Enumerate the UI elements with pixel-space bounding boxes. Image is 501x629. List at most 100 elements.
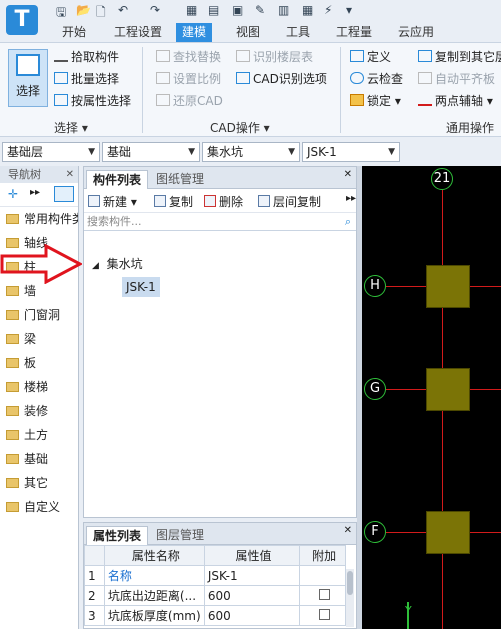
table-row[interactable]: 3 坑底板厚度(mm) 600	[84, 605, 346, 626]
sump-pit-h[interactable]	[426, 265, 470, 308]
sump-pit-g[interactable]	[426, 368, 470, 411]
close-icon[interactable]: ✕	[344, 525, 352, 536]
drawing-canvas[interactable]: 21 H G F Y	[362, 166, 501, 629]
tab-tools[interactable]: 工具	[280, 23, 316, 42]
open-folder-icon[interactable]: 📂	[76, 3, 91, 19]
tab-component-list[interactable]: 构件列表	[86, 170, 149, 189]
layout-icon[interactable]	[54, 186, 74, 202]
title-bar: T 🖫 📂 🗋 ↶ ↷ ▦ ▤ ▣ ✎ ▥ ▦ ⚡ ▾	[0, 0, 501, 35]
tab-modeling[interactable]: 建模	[176, 23, 213, 42]
tab-start[interactable]: 开始	[56, 23, 92, 42]
bolt-icon[interactable]: ⚡	[324, 3, 332, 19]
copy-between-floors-button[interactable]: 层间复制	[258, 193, 321, 210]
set-scale-button[interactable]: 设置比例	[156, 70, 221, 88]
redo-icon[interactable]: ↷	[150, 3, 160, 19]
undo-icon[interactable]: ↶	[118, 3, 128, 19]
lock-button[interactable]: 锁定 ▾	[350, 92, 401, 110]
category-select-value: 基础	[107, 145, 132, 159]
batch-select-button[interactable]: 批量选择	[54, 70, 119, 88]
folder-icon	[6, 358, 19, 368]
dropdown-icon[interactable]: ▾	[346, 3, 352, 19]
cad-group-label[interactable]: CAD操作 ▾	[210, 119, 270, 136]
new-file-icon[interactable]: 🗋	[96, 3, 106, 19]
calc-icon[interactable]: ▤	[208, 3, 219, 19]
select-button[interactable]: 选择	[8, 49, 48, 107]
tab-view[interactable]: 视图	[230, 23, 266, 42]
tab-drawing-management[interactable]: 图纸管理	[150, 170, 210, 189]
identify-floor-table-button[interactable]: 识别楼层表	[236, 48, 313, 66]
expand-icon[interactable]: ✛	[8, 187, 18, 201]
pick-component-button[interactable]: 拾取构件	[54, 48, 119, 66]
cad-icon	[236, 72, 250, 84]
nav-item-other[interactable]: 其它	[0, 471, 78, 495]
find-replace-button[interactable]: 查找替换	[156, 48, 221, 66]
tab-layer-management[interactable]: 图层管理	[150, 526, 210, 545]
auto-align-slab-button[interactable]: 自动平齐板	[418, 70, 495, 88]
property-value[interactable]: 600	[203, 585, 301, 606]
new-button[interactable]: 新建 ▾	[88, 193, 137, 210]
property-value[interactable]: JSK-1	[203, 565, 301, 586]
nav-toolbar: ✛ ▸▸	[0, 183, 78, 207]
sump-pit-f[interactable]	[426, 511, 470, 554]
tree-node-sump[interactable]: ◢ 集水坑	[92, 255, 143, 272]
table-row[interactable]: 1 名称 JSK-1	[84, 565, 346, 586]
define-icon	[350, 50, 364, 62]
category-select[interactable]: 基础 ▼	[102, 142, 200, 162]
close-icon[interactable]: ✕	[66, 166, 74, 183]
nav-item-foundation[interactable]: 基础	[0, 447, 78, 471]
select-by-property-button[interactable]: 按属性选择	[54, 92, 131, 110]
pencil-icon[interactable]: ✎	[255, 3, 265, 19]
nav-item-common[interactable]: 常用构件类型	[0, 207, 78, 231]
tab-project-settings[interactable]: 工程设置	[108, 23, 168, 42]
copy-button[interactable]: 复制	[154, 193, 193, 210]
grid2-icon[interactable]: ▦	[302, 3, 313, 19]
nav-item-door-window[interactable]: 门窗洞	[0, 303, 78, 327]
more-icon[interactable]: ▸▸	[30, 187, 40, 198]
view-icon[interactable]: ▣	[232, 3, 243, 19]
align-icon	[418, 72, 432, 84]
type-select[interactable]: 集水坑 ▼	[202, 142, 300, 162]
save-icon[interactable]: 🖫	[56, 3, 66, 19]
nav-item-decoration[interactable]: 装修	[0, 399, 78, 423]
checkbox[interactable]	[318, 608, 330, 620]
cad-options-button[interactable]: CAD识别选项	[236, 70, 327, 88]
tree-node-jsk1[interactable]: JSK-1	[122, 277, 160, 297]
nav-item-custom[interactable]: 自定义	[0, 495, 78, 519]
chevron-down-icon: ▼	[188, 147, 195, 157]
cloud-check-button[interactable]: 云检查	[350, 70, 403, 88]
collapse-icon[interactable]: ◢	[92, 261, 99, 271]
copy-to-other-floors-button[interactable]: 复制到其它层	[418, 48, 501, 66]
scrollbar-thumb[interactable]	[347, 571, 353, 595]
table-row[interactable]: 2 坑底出边距离(... 600	[84, 585, 346, 606]
nav-item-slab[interactable]: 板	[0, 351, 78, 375]
two-point-axis-button[interactable]: 两点辅轴 ▾	[418, 92, 493, 110]
close-icon[interactable]: ✕	[344, 169, 352, 180]
axis-label-f: F	[364, 521, 386, 543]
tab-cloud[interactable]: 云应用	[392, 23, 440, 42]
restore-cad-button[interactable]: 还原CAD	[156, 92, 223, 110]
tab-property-list[interactable]: 属性列表	[86, 526, 149, 545]
component-select[interactable]: JSK-1 ▼	[302, 142, 400, 162]
checkbox[interactable]	[318, 588, 330, 600]
nav-item-stairs[interactable]: 楼梯	[0, 375, 78, 399]
select-group-label[interactable]: 选择 ▾	[54, 119, 88, 136]
property-value[interactable]: 600	[203, 605, 301, 626]
extra-cell	[299, 565, 346, 586]
tab-quantity[interactable]: 工程量	[330, 23, 378, 42]
select-icon	[16, 54, 40, 76]
define-button[interactable]: 定义	[350, 48, 391, 66]
table-icon[interactable]: ▥	[278, 3, 289, 19]
ribbon: 选择 拾取构件 批量选择 按属性选择 选择 ▾ 查找替换 识别楼层表 设置比例 …	[0, 42, 501, 150]
delete-button[interactable]: 删除	[204, 193, 243, 210]
extra-cell	[299, 605, 346, 626]
floor-select[interactable]: 基础层 ▼	[2, 142, 100, 162]
scrollbar[interactable]	[346, 569, 354, 627]
nav-panel-header: 导航树 ✕	[0, 166, 78, 183]
component-search-input[interactable]: 搜索构件... ⌕	[84, 213, 356, 231]
grid-icon[interactable]: ▦	[186, 3, 197, 19]
pick-component-label: 拾取构件	[71, 50, 120, 64]
nav-item-beam[interactable]: 梁	[0, 327, 78, 351]
search-icon[interactable]: ⌕	[345, 213, 351, 231]
more-icon[interactable]: ▸▸	[346, 193, 356, 204]
nav-item-earthwork[interactable]: 土方	[0, 423, 78, 447]
